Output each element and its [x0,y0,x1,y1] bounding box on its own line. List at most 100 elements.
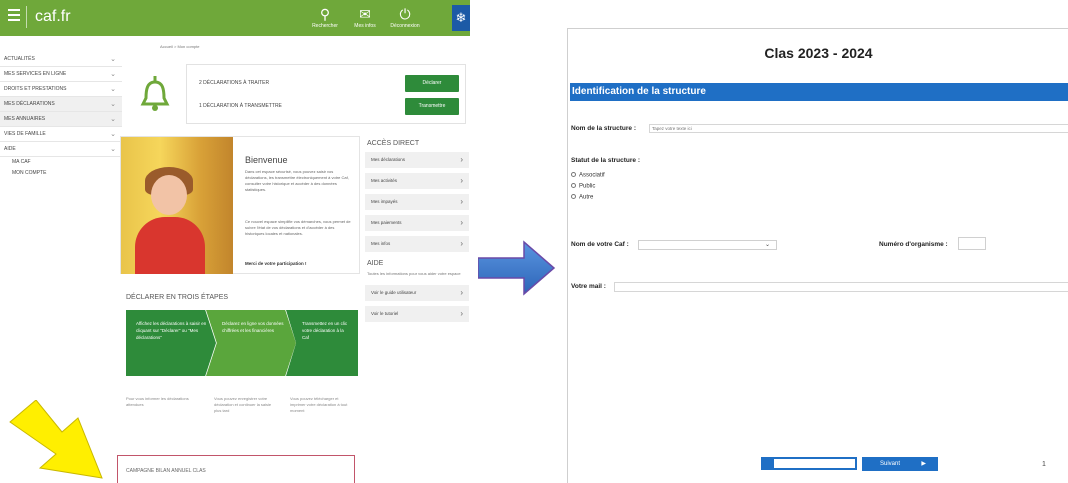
arrow-right-icon: ▶ [921,461,926,467]
radio-associatif[interactable]: Associatif [571,172,605,179]
my-info-label: Mes infos [354,23,376,29]
acces-item-label: Mes activités [371,178,398,183]
logout-label: Déconnexion [390,23,420,29]
search-button[interactable]: ⚲ Rechercher [310,6,340,32]
logout-button[interactable]: ⏻ Déconnexion [390,6,420,32]
acces-mes-infos[interactable]: Mes infos › [365,236,469,252]
chevron-right-icon: › [460,197,463,206]
clas-form: Clas 2023 - 2024 Identification de la st… [567,28,1068,483]
sidebar-item-droits[interactable]: DROITS ET PRESTATIONS ⌄ [0,82,122,97]
chevron-down-icon: ⌄ [764,242,770,248]
side-menu: ACTUALITÉS ⌄ MES SERVICES EN LIGNE ⌄ DROIT… [0,52,122,179]
aide-guide-link[interactable]: Voir le guide utilisateur › [365,285,469,301]
radio-label: Public [579,183,596,190]
power-icon: ⏻ [399,6,411,22]
page-number: 1 [1042,461,1046,468]
aide-title: AIDE [367,260,384,267]
search-label: Rechercher [312,23,338,29]
form-title: Clas 2023 - 2024 [764,45,873,61]
sidebar-item-declarations[interactable]: MES DÉCLARATIONS ⌄ [0,97,122,112]
organism-number-input[interactable] [958,237,986,250]
campaign-label: CAMPAGNE BILAN ANNUEL CLAS [126,468,206,474]
transmit-button[interactable]: Transmettre [405,98,459,115]
acces-item-label: Mes paiements [371,220,402,225]
sidebar-item-label: AIDE [4,146,16,152]
progress-bar [761,457,857,470]
step-3: Transmettez en un clic votre déclaration… [286,310,358,376]
menu-icon[interactable] [6,6,24,28]
my-info-button[interactable]: ✉ Mes infos [350,6,380,32]
sidebar-item-label: MES ANNUAIRES [4,116,46,122]
sidebar-item-famille[interactable]: VIES DE FAMILLE ⌄ [0,127,122,142]
acces-mes-paiements[interactable]: Mes paiements › [365,215,469,231]
sidebar-item-services[interactable]: MES SERVICES EN LIGNE ⌄ [0,67,122,82]
progress-fill [763,459,775,468]
step-1: Affichez les déclarations à saisir en cl… [126,310,216,376]
email-label: Votre mail : [571,283,606,290]
aide-item-label: Voir le tutoriel [371,311,399,316]
acces-mes-impayes[interactable]: Mes impayés › [365,194,469,210]
chevron-down-icon: ⌄ [110,86,116,93]
acces-item-label: Mes déclarations [371,157,406,162]
step-3-desc: Vous pouvez télécharger et imprimer votr… [290,396,348,413]
caf-select[interactable]: ⌄ [638,240,777,250]
welcome-card: Bienvenue Dans cet espace sécurisé, vous… [120,136,360,274]
chevron-right-icon: › [460,239,463,248]
gear-icon[interactable]: ❄ [452,5,470,31]
sidebar-item-label: DROITS ET PRESTATIONS [4,86,67,92]
steps-title: DÉCLARER EN TROIS ÉTAPES [126,294,229,301]
chevron-down-icon: ⌄ [110,131,116,138]
box-icon: ✉ [359,6,371,22]
structure-name-input[interactable] [649,124,1068,133]
chevron-right-icon: › [460,176,463,185]
declare-button[interactable]: Déclarer [405,75,459,92]
sidebar-item-label: ACTUALITÉS [4,56,35,62]
sidebar-item-mon-compte[interactable]: MON COMPTE [0,168,122,179]
aide-tutoriel-link[interactable]: Voir le tutoriel › [365,306,469,322]
welcome-link[interactable]: Merci de votre participation ! [245,261,307,266]
radio-label: Associatif [579,172,605,179]
sidebar-item-annuaires[interactable]: MES ANNUAIRES ⌄ [0,112,122,127]
chevron-down-icon: ⌄ [110,101,116,108]
acces-direct-panel: ACCÈS DIRECT Mes déclarations › Mes activ… [365,136,469,327]
top-bar: caf.fr ⚲ Rechercher ✉ Mes infos ⏻ Déconn… [0,0,470,36]
step-2: Déclarez en ligne vos données chiffrées … [206,310,296,376]
organism-number-label: Numéro d'organisme : [879,241,948,248]
acces-item-label: Mes infos [371,241,391,246]
structure-status-label: Statut de la structure : [571,157,640,164]
acces-mes-activites[interactable]: Mes activités › [365,173,469,189]
chevron-right-icon: › [460,155,463,164]
search-icon: ⚲ [319,6,331,22]
chevron-right-icon: › [460,309,463,318]
caf-logo[interactable]: caf.fr [26,6,71,28]
aide-item-label: Voir le guide utilisateur [371,290,417,295]
chevron-down-icon: ⌄ [110,56,116,63]
acces-item-label: Mes impayés [371,199,398,204]
sidebar-item-actualites[interactable]: ACTUALITÉS ⌄ [0,52,122,67]
child-photo [121,137,233,274]
section-header: Identification de la structure [570,83,1068,101]
campaign-box[interactable]: CAMPAGNE BILAN ANNUEL CLAS [117,455,355,483]
sidebar-item-label: MES DÉCLARATIONS [4,101,55,107]
breadcrumb[interactable]: Accueil > Mon compte [160,44,199,49]
chevron-down-icon: ⌄ [110,71,116,78]
chevron-down-icon: ⌄ [110,146,116,153]
yellow-arrow-icon [9,400,103,479]
next-button-label: Suivant [880,461,901,467]
radio-label: Autre [579,194,594,201]
sidebar-item-label: VIES DE FAMILLE [4,131,46,137]
declarations-to-transmit: 1 DÉCLARATION À TRANSMETTRE [199,103,282,109]
acces-mes-declarations[interactable]: Mes déclarations › [365,152,469,168]
radio-public[interactable]: Public [571,183,595,190]
declarations-box: 2 DÉCLARATIONS À TRAITER 1 DÉCLARATION À… [186,64,466,124]
chevron-right-icon: › [460,288,463,297]
structure-name-label: Nom de la structure : [571,125,637,132]
sidebar-item-ma-caf[interactable]: MA CAF [0,157,122,168]
email-field[interactable] [614,282,1068,292]
radio-autre[interactable]: Autre [571,194,593,201]
chevron-right-icon: › [460,218,463,227]
welcome-paragraph-2: Ce nouvel espace simplifie vos démarches… [245,219,351,236]
step-1-desc: Pour vous informer les déclarations atte… [126,396,189,407]
next-button[interactable]: Suivant ▶ [862,457,938,471]
sidebar-item-aide[interactable]: AIDE ⌄ [0,142,122,157]
